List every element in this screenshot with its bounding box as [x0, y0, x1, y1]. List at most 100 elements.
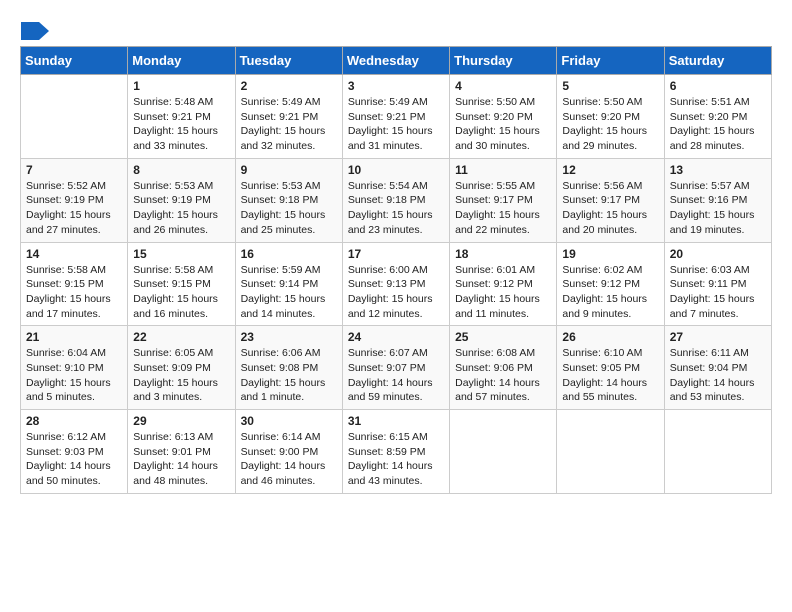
day-number: 13: [670, 163, 766, 177]
day-info: Sunrise: 5:54 AM Sunset: 9:18 PM Dayligh…: [348, 179, 444, 238]
day-number: 10: [348, 163, 444, 177]
day-cell: 26 Sunrise: 6:10 AM Sunset: 9:05 PM Dayli…: [557, 326, 664, 410]
day-info: Sunrise: 5:50 AM Sunset: 9:20 PM Dayligh…: [455, 95, 551, 154]
day-number: 2: [241, 79, 337, 93]
day-cell: [450, 410, 557, 494]
day-info: Sunrise: 5:53 AM Sunset: 9:19 PM Dayligh…: [133, 179, 229, 238]
day-number: 9: [241, 163, 337, 177]
day-cell: 15 Sunrise: 5:58 AM Sunset: 9:15 PM Dayli…: [128, 242, 235, 326]
day-info: Sunrise: 6:01 AM Sunset: 9:12 PM Dayligh…: [455, 263, 551, 322]
day-info: Sunrise: 6:03 AM Sunset: 9:11 PM Dayligh…: [670, 263, 766, 322]
weekday-thursday: Thursday: [450, 47, 557, 75]
day-info: Sunrise: 6:15 AM Sunset: 8:59 PM Dayligh…: [348, 430, 444, 489]
day-info: Sunrise: 5:58 AM Sunset: 9:15 PM Dayligh…: [26, 263, 122, 322]
day-info: Sunrise: 5:48 AM Sunset: 9:21 PM Dayligh…: [133, 95, 229, 154]
day-cell: 13 Sunrise: 5:57 AM Sunset: 9:16 PM Dayli…: [664, 158, 771, 242]
weekday-wednesday: Wednesday: [342, 47, 449, 75]
day-info: Sunrise: 6:13 AM Sunset: 9:01 PM Dayligh…: [133, 430, 229, 489]
day-info: Sunrise: 5:56 AM Sunset: 9:17 PM Dayligh…: [562, 179, 658, 238]
day-cell: 8Sunrise: 5:53 AM Sunset: 9:19 PM Daylig…: [128, 158, 235, 242]
day-cell: 7 Sunrise: 5:52 AM Sunset: 9:19 PM Daylig…: [21, 158, 128, 242]
day-number: 26: [562, 330, 658, 344]
day-info: Sunrise: 6:05 AM Sunset: 9:09 PM Dayligh…: [133, 346, 229, 405]
day-cell: 3Sunrise: 5:49 AM Sunset: 9:21 PM Daylig…: [342, 75, 449, 159]
day-cell: 2 Sunrise: 5:49 AM Sunset: 9:21 PM Daylig…: [235, 75, 342, 159]
week-row-3: 21 Sunrise: 6:04 AM Sunset: 9:10 PM Dayli…: [21, 326, 772, 410]
day-number: 16: [241, 247, 337, 261]
day-number: 4: [455, 79, 551, 93]
day-number: 15: [133, 247, 229, 261]
logo-icon: [21, 22, 49, 40]
day-cell: [21, 75, 128, 159]
week-row-4: 28 Sunrise: 6:12 AM Sunset: 9:03 PM Dayli…: [21, 410, 772, 494]
day-info: Sunrise: 6:02 AM Sunset: 9:12 PM Dayligh…: [562, 263, 658, 322]
day-cell: 5 Sunrise: 5:50 AM Sunset: 9:20 PM Daylig…: [557, 75, 664, 159]
day-info: Sunrise: 5:52 AM Sunset: 9:19 PM Dayligh…: [26, 179, 122, 238]
day-number: 18: [455, 247, 551, 261]
day-info: Sunrise: 6:06 AM Sunset: 9:08 PM Dayligh…: [241, 346, 337, 405]
day-cell: 23 Sunrise: 6:06 AM Sunset: 9:08 PM Dayli…: [235, 326, 342, 410]
day-number: 17: [348, 247, 444, 261]
day-info: Sunrise: 5:49 AM Sunset: 9:21 PM Dayligh…: [348, 95, 444, 154]
day-number: 1: [133, 79, 229, 93]
day-number: 7: [26, 163, 122, 177]
header: [20, 20, 772, 40]
day-cell: 31 Sunrise: 6:15 AM Sunset: 8:59 PM Dayli…: [342, 410, 449, 494]
day-info: Sunrise: 6:12 AM Sunset: 9:03 PM Dayligh…: [26, 430, 122, 489]
day-cell: 12 Sunrise: 5:56 AM Sunset: 9:17 PM Dayli…: [557, 158, 664, 242]
day-info: Sunrise: 5:50 AM Sunset: 9:20 PM Dayligh…: [562, 95, 658, 154]
week-row-2: 14 Sunrise: 5:58 AM Sunset: 9:15 PM Dayli…: [21, 242, 772, 326]
day-info: Sunrise: 6:14 AM Sunset: 9:00 PM Dayligh…: [241, 430, 337, 489]
day-number: 31: [348, 414, 444, 428]
day-number: 27: [670, 330, 766, 344]
day-cell: 11Sunrise: 5:55 AM Sunset: 9:17 PM Dayli…: [450, 158, 557, 242]
day-cell: 6 Sunrise: 5:51 AM Sunset: 9:20 PM Daylig…: [664, 75, 771, 159]
day-number: 25: [455, 330, 551, 344]
day-number: 12: [562, 163, 658, 177]
day-info: Sunrise: 5:55 AM Sunset: 9:17 PM Dayligh…: [455, 179, 551, 238]
calendar-body: 1 Sunrise: 5:48 AM Sunset: 9:21 PM Daylig…: [21, 75, 772, 494]
day-cell: 4 Sunrise: 5:50 AM Sunset: 9:20 PM Daylig…: [450, 75, 557, 159]
day-cell: 10 Sunrise: 5:54 AM Sunset: 9:18 PM Dayli…: [342, 158, 449, 242]
day-info: Sunrise: 5:57 AM Sunset: 9:16 PM Dayligh…: [670, 179, 766, 238]
weekday-header: SundayMondayTuesdayWednesdayThursdayFrid…: [21, 47, 772, 75]
day-info: Sunrise: 5:58 AM Sunset: 9:15 PM Dayligh…: [133, 263, 229, 322]
day-info: Sunrise: 6:07 AM Sunset: 9:07 PM Dayligh…: [348, 346, 444, 405]
day-number: 14: [26, 247, 122, 261]
day-info: Sunrise: 6:11 AM Sunset: 9:04 PM Dayligh…: [670, 346, 766, 405]
day-cell: 29Sunrise: 6:13 AM Sunset: 9:01 PM Dayli…: [128, 410, 235, 494]
day-info: Sunrise: 6:10 AM Sunset: 9:05 PM Dayligh…: [562, 346, 658, 405]
weekday-sunday: Sunday: [21, 47, 128, 75]
day-cell: 16Sunrise: 5:59 AM Sunset: 9:14 PM Dayli…: [235, 242, 342, 326]
day-cell: 25 Sunrise: 6:08 AM Sunset: 9:06 PM Dayli…: [450, 326, 557, 410]
day-info: Sunrise: 6:08 AM Sunset: 9:06 PM Dayligh…: [455, 346, 551, 405]
day-cell: 1 Sunrise: 5:48 AM Sunset: 9:21 PM Daylig…: [128, 75, 235, 159]
day-cell: 9Sunrise: 5:53 AM Sunset: 9:18 PM Daylig…: [235, 158, 342, 242]
day-info: Sunrise: 5:49 AM Sunset: 9:21 PM Dayligh…: [241, 95, 337, 154]
weekday-saturday: Saturday: [664, 47, 771, 75]
calendar: SundayMondayTuesdayWednesdayThursdayFrid…: [20, 46, 772, 494]
weekday-monday: Monday: [128, 47, 235, 75]
day-number: 19: [562, 247, 658, 261]
day-number: 22: [133, 330, 229, 344]
day-info: Sunrise: 6:00 AM Sunset: 9:13 PM Dayligh…: [348, 263, 444, 322]
day-number: 30: [241, 414, 337, 428]
day-cell: 19 Sunrise: 6:02 AM Sunset: 9:12 PM Dayli…: [557, 242, 664, 326]
day-info: Sunrise: 5:51 AM Sunset: 9:20 PM Dayligh…: [670, 95, 766, 154]
day-number: 5: [562, 79, 658, 93]
day-number: 24: [348, 330, 444, 344]
day-number: 21: [26, 330, 122, 344]
day-cell: [557, 410, 664, 494]
day-cell: 21 Sunrise: 6:04 AM Sunset: 9:10 PM Dayli…: [21, 326, 128, 410]
day-cell: 17 Sunrise: 6:00 AM Sunset: 9:13 PM Dayli…: [342, 242, 449, 326]
week-row-1: 7 Sunrise: 5:52 AM Sunset: 9:19 PM Daylig…: [21, 158, 772, 242]
day-number: 20: [670, 247, 766, 261]
day-info: Sunrise: 6:04 AM Sunset: 9:10 PM Dayligh…: [26, 346, 122, 405]
day-number: 28: [26, 414, 122, 428]
day-cell: 22 Sunrise: 6:05 AM Sunset: 9:09 PM Dayli…: [128, 326, 235, 410]
day-number: 6: [670, 79, 766, 93]
logo: [20, 20, 49, 40]
day-number: 23: [241, 330, 337, 344]
week-row-0: 1 Sunrise: 5:48 AM Sunset: 9:21 PM Daylig…: [21, 75, 772, 159]
day-cell: 28 Sunrise: 6:12 AM Sunset: 9:03 PM Dayli…: [21, 410, 128, 494]
